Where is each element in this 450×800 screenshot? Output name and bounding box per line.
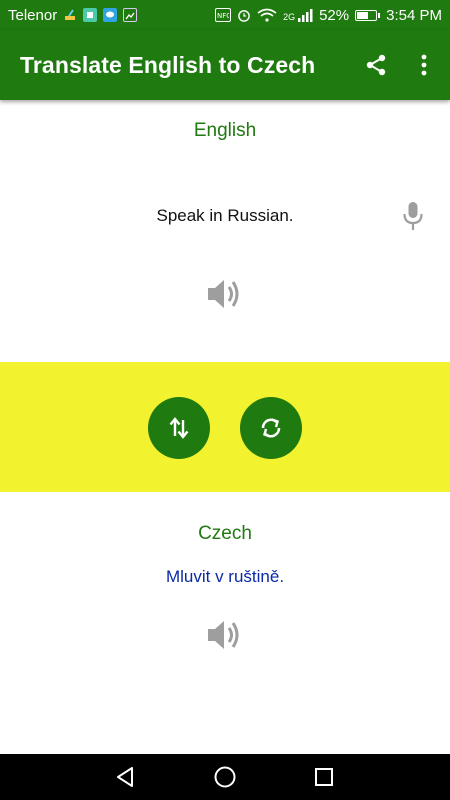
app-title: Translate English to Czech — [20, 51, 316, 78]
back-triangle-icon — [117, 767, 133, 787]
gallery-icon — [123, 8, 138, 22]
chat-icon — [103, 8, 118, 22]
action-band — [0, 362, 450, 492]
target-text[interactable]: Mluvit v ruštině. — [0, 567, 450, 587]
refresh-icon — [261, 418, 281, 438]
svg-text:NFC: NFC — [217, 12, 229, 20]
swap-languages-button[interactable] — [148, 397, 210, 459]
battery-icon — [355, 9, 381, 21]
more-vert-icon — [421, 54, 427, 76]
status-bar: Telenor NFC 2G 52% 3:54 PM — [0, 0, 450, 30]
wifi-icon — [257, 8, 277, 22]
sweeper-icon — [63, 8, 77, 22]
app-icon — [83, 8, 98, 22]
overflow-menu-button[interactable] — [402, 39, 446, 91]
nfc-icon: NFC — [215, 8, 232, 22]
microphone-icon — [403, 202, 423, 230]
home-button[interactable] — [195, 754, 255, 800]
source-speak-button[interactable] — [203, 272, 247, 316]
clock: 3:54 PM — [386, 6, 442, 24]
network-type: 2G — [283, 11, 296, 22]
carrier-label: Telenor — [8, 6, 58, 24]
recents-button[interactable] — [294, 754, 354, 800]
app-bar: Translate English to Czech — [0, 30, 450, 100]
source-language-label[interactable]: English — [0, 120, 450, 142]
speaker-icon — [208, 280, 239, 308]
target-speak-button[interactable] — [203, 613, 247, 657]
source-text[interactable]: Speak in Russian. — [0, 206, 450, 226]
share-button[interactable] — [350, 39, 402, 91]
share-icon — [366, 54, 386, 76]
battery-percent: 52% — [319, 6, 350, 24]
back-button[interactable] — [95, 754, 155, 800]
navigation-bar — [0, 754, 450, 800]
microphone-button[interactable] — [398, 198, 428, 234]
refresh-button[interactable] — [240, 397, 302, 459]
target-language-label[interactable]: Czech — [0, 523, 450, 545]
speaker-icon — [208, 621, 239, 649]
signal-icon — [297, 8, 313, 22]
recents-square-icon — [315, 768, 333, 786]
swap-vertical-icon — [169, 417, 189, 439]
home-circle-icon — [214, 766, 236, 788]
alarm-icon — [237, 8, 251, 22]
